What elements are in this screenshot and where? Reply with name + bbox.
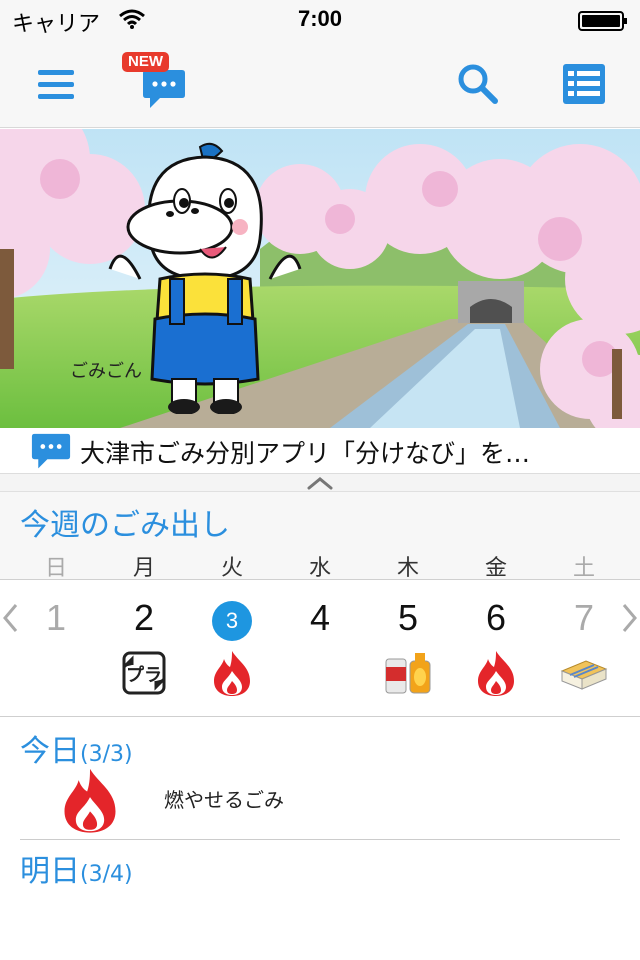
day-number: 7	[573, 597, 595, 638]
day-number: 2	[133, 597, 155, 638]
list-icon	[563, 64, 605, 104]
status-bar: キャリア 7:00	[0, 0, 640, 40]
fire-icon	[64, 768, 116, 833]
status-time: 7:00	[297, 6, 343, 31]
weekday-header: 日 月 火 水 木 金 土	[0, 550, 640, 581]
day-cell[interactable]: 4	[280, 581, 360, 717]
day-number: 1	[45, 597, 67, 638]
news-ticker[interactable]: 大津市ごみ分別アプリ「分けなび」を…	[0, 428, 640, 474]
day-number: 4	[309, 597, 331, 638]
battery-icon	[578, 11, 627, 31]
plastic-recycle-icon: プラ	[122, 651, 166, 695]
day-cell[interactable]: 7	[544, 581, 624, 717]
svg-text:プラ: プラ	[126, 664, 162, 686]
weekday-wed: 水	[308, 556, 331, 581]
search-icon	[458, 64, 498, 104]
chevron-right-icon[interactable]	[620, 601, 640, 635]
banner-image[interactable]: ごみごん	[0, 129, 640, 428]
weekday-mon: 月	[132, 556, 155, 581]
weekday-tue: 火	[220, 556, 243, 581]
menu-button[interactable]	[34, 62, 78, 106]
weekday-sun: 日	[44, 556, 67, 581]
week-title: 今週のごみ出し	[20, 508, 230, 543]
weekday-fri: 金	[484, 556, 507, 581]
speech-bubble-icon	[31, 433, 71, 469]
week-days-row: 1 2 プラ 3 4 5 6 7	[0, 581, 640, 717]
tomorrow-heading: 明日(3/4)	[20, 846, 133, 890]
weekday-sat: 土	[572, 556, 595, 581]
day-cell[interactable]: 3	[192, 581, 272, 717]
today-item-label: 燃やせるごみ	[164, 788, 284, 812]
search-button[interactable]	[454, 60, 502, 108]
weekday-thu: 木	[396, 556, 419, 581]
day-cell[interactable]: 2 プラ	[104, 581, 184, 717]
day-number: 6	[485, 597, 507, 638]
hamburger-menu-icon	[38, 70, 74, 99]
week-section: 今週のごみ出し 日 月 火 水 木 金 土	[0, 492, 640, 581]
list-view-button[interactable]	[562, 62, 606, 106]
day-number: 5	[397, 597, 419, 638]
chevron-up-icon	[307, 477, 333, 490]
day-cell[interactable]: 1	[16, 581, 96, 717]
paper-bundle-icon	[560, 660, 608, 690]
news-button[interactable]: NEW	[118, 52, 190, 118]
day-cell[interactable]: 5	[368, 581, 448, 717]
collapse-handle[interactable]	[0, 474, 640, 492]
divider	[20, 839, 620, 840]
new-badge: NEW	[122, 52, 169, 72]
cans-bottles-icon	[385, 653, 431, 694]
speech-bubble-icon	[143, 70, 185, 108]
today-garbage-item[interactable]: 燃やせるごみ	[0, 762, 640, 838]
day-number-today: 3	[212, 601, 252, 641]
tomorrow-date: (3/4)	[80, 862, 133, 887]
nav-bar: NEW	[0, 40, 640, 128]
tomorrow-label: 明日	[20, 854, 80, 889]
mascot-name-label: ごみごん	[70, 361, 142, 382]
fire-icon	[478, 651, 514, 696]
day-cell[interactable]: 6	[456, 581, 536, 717]
fire-icon	[214, 651, 250, 696]
news-ticker-text: 大津市ごみ分別アプリ「分けなび」を…	[80, 439, 531, 468]
cherry-blossom-canal-illustration	[0, 129, 640, 428]
